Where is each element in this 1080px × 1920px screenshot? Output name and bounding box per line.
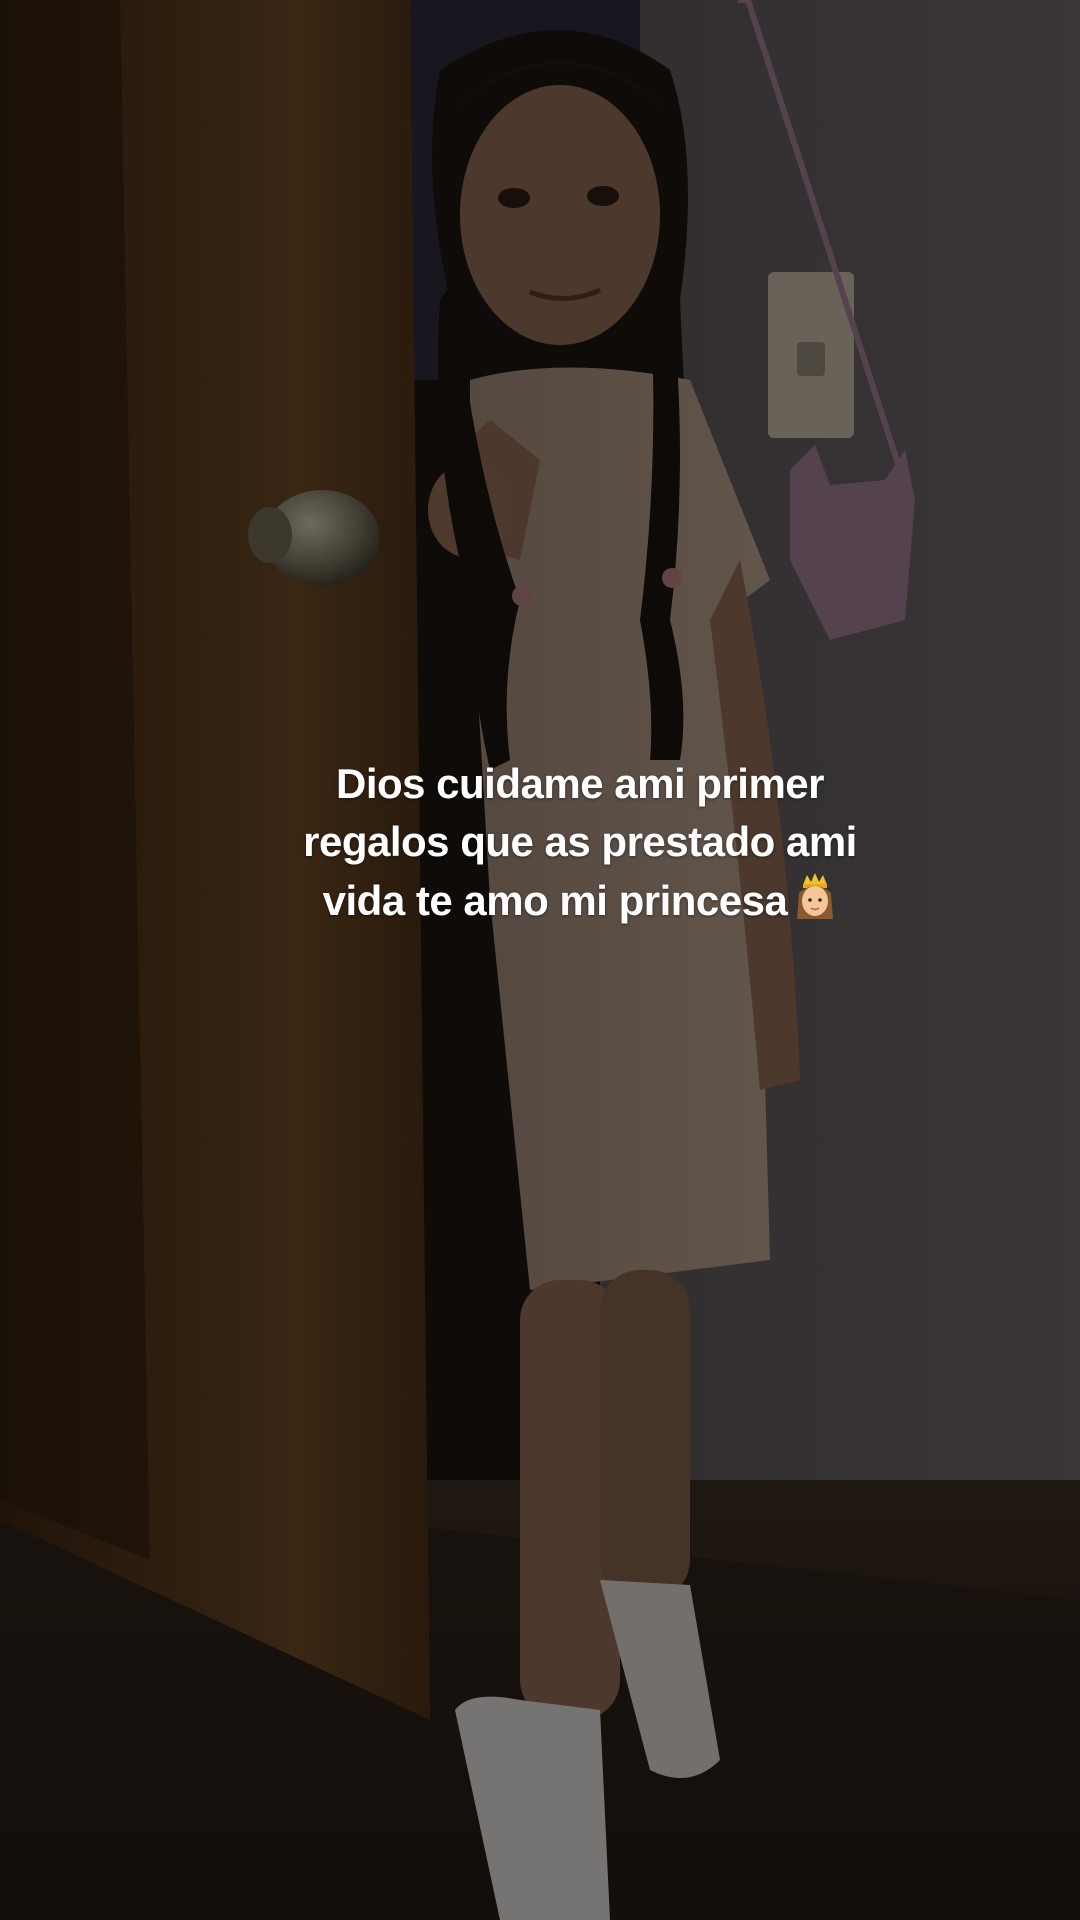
video-frame: Dios cuidame ami primer regalos que as p… bbox=[0, 0, 1080, 1920]
caption-line-3-text: vida te amo mi princesa bbox=[322, 877, 788, 924]
caption-line-2: regalos que as prestado ami bbox=[303, 818, 857, 865]
caption-line-3: vida te amo mi princesa bbox=[240, 871, 920, 936]
photo-scene bbox=[0, 0, 1080, 1920]
princess-emoji-icon bbox=[793, 871, 837, 936]
caption-text: Dios cuidame ami primer regalos que as p… bbox=[240, 755, 920, 936]
caption-line-1: Dios cuidame ami primer bbox=[335, 760, 825, 807]
